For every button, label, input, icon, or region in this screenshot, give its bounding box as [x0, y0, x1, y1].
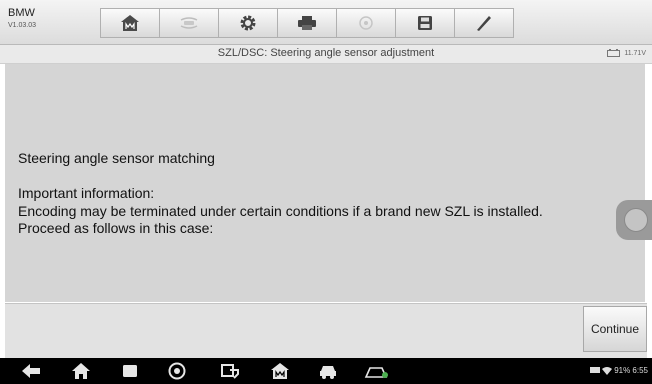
vehicle-swap-button[interactable]: [159, 8, 219, 38]
assist-circle-icon: [624, 208, 648, 232]
action-bar: [5, 303, 647, 358]
continue-button[interactable]: Continue: [583, 306, 647, 352]
message-panel: Steering angle sensor matching Important…: [5, 64, 645, 302]
toolbar-buttons: [100, 8, 514, 38]
pen-button[interactable]: [454, 8, 514, 38]
function-title-bar: SZL/DSC: Steering angle sensor adjustmen…: [0, 45, 652, 64]
car-icon[interactable]: [318, 362, 338, 380]
app-screen: BMW V1.03.03 SZL/DSC: Steering angle sen…: [0, 0, 652, 384]
print-button[interactable]: [277, 8, 337, 38]
pro-status-icon[interactable]: [364, 362, 390, 380]
info-line-1: Encoding may be terminated under certain…: [18, 203, 543, 219]
vehicle-swap-icon: [180, 17, 198, 29]
settings-button[interactable]: [218, 8, 278, 38]
page-title: SZL/DSC: Steering angle sensor adjustmen…: [217, 47, 435, 59]
system-status: 91% 6:55: [590, 366, 648, 375]
gear-icon: [240, 15, 256, 31]
brand-name: BMW: [8, 7, 35, 19]
back-icon[interactable]: [20, 362, 42, 380]
status-text: 91% 6:55: [614, 366, 648, 375]
save-icon: [418, 16, 432, 30]
brand-block: BMW V1.03.03: [8, 7, 37, 30]
battery-icon: [607, 49, 621, 57]
recent-apps-icon[interactable]: [121, 362, 139, 380]
battery-voltage: 11.71V: [624, 49, 646, 57]
info-title: Important information:: [18, 185, 155, 201]
info-line-2: Proceed as follows in this case:: [18, 220, 214, 236]
save-button[interactable]: [395, 8, 455, 38]
bmw-home-icon[interactable]: [270, 362, 290, 380]
home-button[interactable]: [100, 8, 160, 38]
battery-indicator: 11.71V: [607, 49, 646, 57]
top-toolbar: BMW V1.03.03: [0, 0, 652, 45]
pen-icon: [477, 16, 491, 31]
software-version: V1.03.03: [8, 22, 37, 29]
wifi-icon: [602, 366, 613, 375]
chat-icon: [590, 366, 601, 373]
android-nav-bar: 91% 6:55: [0, 358, 652, 384]
help-button[interactable]: [336, 8, 396, 38]
floating-assist-button[interactable]: [616, 200, 652, 240]
help-icon: [359, 16, 373, 30]
print-icon: [298, 16, 316, 30]
message-heading: Steering angle sensor matching: [18, 150, 215, 166]
home-nav-icon[interactable]: [71, 362, 91, 380]
home-icon: [121, 15, 139, 31]
browser-icon[interactable]: [168, 362, 186, 380]
vci-connection-icon[interactable]: [220, 362, 240, 380]
